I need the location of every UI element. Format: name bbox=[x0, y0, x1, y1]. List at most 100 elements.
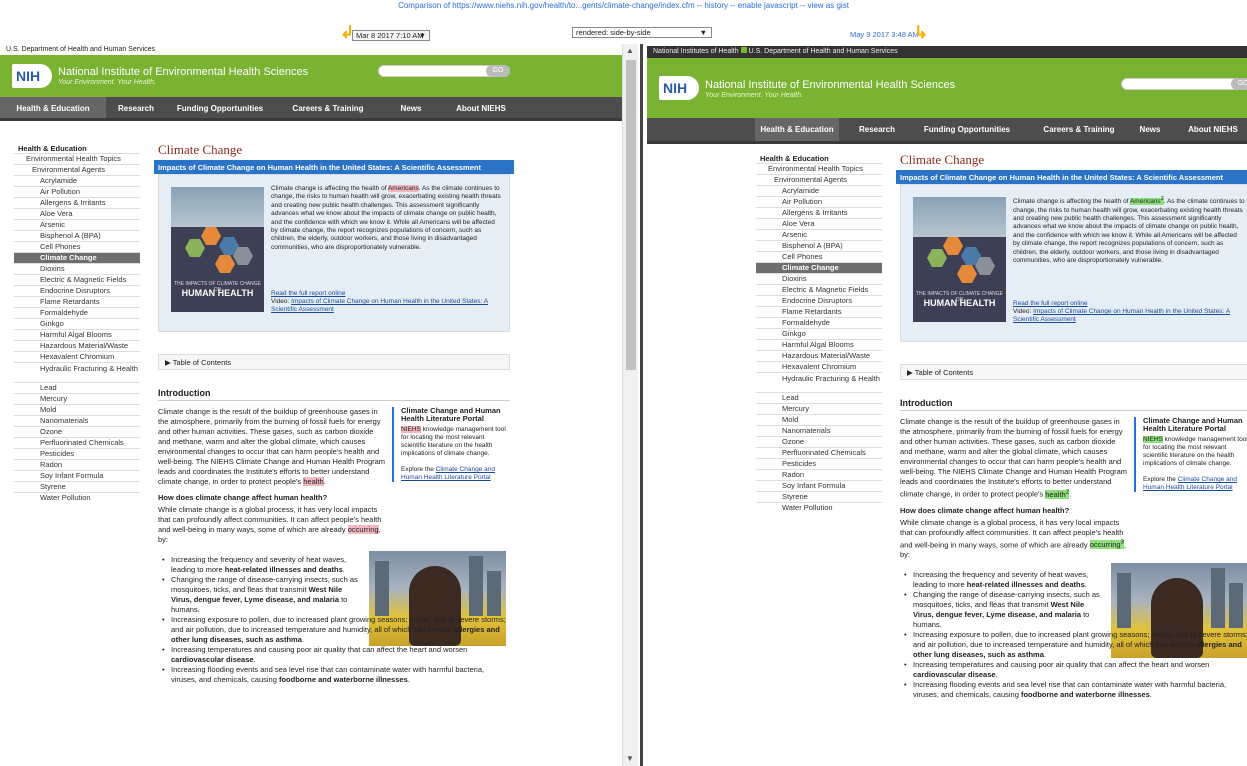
sidenav-item[interactable]: Water Pollution bbox=[756, 502, 882, 513]
video-link[interactable]: Impacts of Climate Change on Human Healt… bbox=[1013, 308, 1230, 323]
feature-title[interactable]: Impacts of Climate Change on Human Healt… bbox=[896, 170, 1247, 184]
sidenav-item[interactable]: Styrene bbox=[14, 481, 140, 492]
compare-description[interactable]: Comparison of https://www.niehs.nih.gov/… bbox=[0, 1, 1247, 10]
sidenav-item[interactable]: Endocrine Disruptors bbox=[14, 285, 140, 296]
go-button[interactable]: GO bbox=[1231, 78, 1247, 90]
nih-logo[interactable]: NIH bbox=[12, 64, 52, 88]
nav-careers[interactable]: Careers & Training bbox=[1031, 118, 1127, 142]
sidenav-item[interactable]: Styrene bbox=[756, 491, 882, 502]
sidenav-item[interactable]: Pesticides bbox=[14, 448, 140, 459]
sidenav-item[interactable]: Ozone bbox=[14, 426, 140, 437]
sidenav-env-topics[interactable]: Environmental Health Topics bbox=[14, 153, 140, 164]
sidenav-item[interactable]: Nanomaterials bbox=[14, 415, 140, 426]
sidenav-item[interactable]: Air Pollution bbox=[756, 196, 882, 207]
scroll-down-icon[interactable]: ▼ bbox=[626, 754, 634, 763]
report-cover-image[interactable]: THE IMPACTS OF CLIMATE CHANGE ON HUMAN H… bbox=[913, 197, 1006, 322]
sidenav-item[interactable]: Flame Retardants bbox=[756, 306, 882, 317]
sidenav-item[interactable]: Arsenic bbox=[756, 229, 882, 240]
sidenav-item[interactable]: Mercury bbox=[756, 403, 882, 414]
left-date-select[interactable]: Mar 8 2017 7:10 AM ▼ bbox=[352, 30, 430, 41]
scroll-up-icon[interactable]: ▲ bbox=[626, 46, 634, 55]
sidenav-item[interactable]: Hazardous Material/Waste bbox=[14, 340, 140, 351]
video-link[interactable]: Impacts of Climate Change on Human Healt… bbox=[271, 298, 488, 313]
sidenav-item[interactable]: Radon bbox=[14, 459, 140, 470]
sidenav-item[interactable]: Ginkgo bbox=[756, 328, 882, 339]
search-input[interactable] bbox=[1121, 78, 1247, 90]
sidenav-item[interactable]: Air Pollution bbox=[14, 186, 140, 197]
sidenav-item[interactable]: Perfluorinated Chemicals bbox=[14, 437, 140, 448]
nav-funding[interactable]: Funding Opportunities bbox=[170, 97, 270, 121]
sidenav-item[interactable]: Allergens & Irritants bbox=[756, 207, 882, 218]
sidenav-item[interactable]: Aloe Vera bbox=[756, 218, 882, 229]
sidenav-item[interactable]: Hydraulic Fracturing & Health bbox=[756, 372, 882, 392]
feature-title[interactable]: Impacts of Climate Change on Human Healt… bbox=[154, 160, 514, 174]
nav-news[interactable]: News bbox=[1127, 118, 1173, 142]
sidenav-item[interactable]: Dioxins bbox=[756, 273, 882, 284]
sidenav-item[interactable]: Nanomaterials bbox=[756, 425, 882, 436]
sidenav-header[interactable]: Health & Education bbox=[14, 142, 140, 153]
sidenav-item[interactable]: Soy Infant Formula bbox=[14, 470, 140, 481]
hhs-link[interactable]: U.S. Department of Health and Human Serv… bbox=[749, 48, 898, 55]
nih-link[interactable]: National Institutes of Health bbox=[653, 48, 739, 55]
scroll-thumb[interactable] bbox=[626, 60, 636, 370]
sidenav-item[interactable]: Formaldehyde bbox=[756, 317, 882, 328]
sidenav-item[interactable]: Aloe Vera bbox=[14, 208, 140, 219]
sidenav-env-topics[interactable]: Environmental Health Topics bbox=[756, 163, 882, 174]
nav-research[interactable]: Research bbox=[847, 118, 907, 142]
sidenav-item[interactable]: Pesticides bbox=[756, 458, 882, 469]
table-of-contents-toggle[interactable]: ▶ Table of Contents bbox=[158, 354, 510, 370]
sidenav-item[interactable]: Water Pollution bbox=[14, 492, 140, 503]
sidenav-item[interactable]: Electric & Magnetic Fields bbox=[14, 274, 140, 285]
sidenav-item[interactable]: Hexavalent Chromium bbox=[756, 361, 882, 372]
table-of-contents-toggle[interactable]: ▶ Table of Contents bbox=[900, 364, 1247, 380]
nav-health-education[interactable]: Health & Education bbox=[0, 97, 106, 121]
sidenav-env-agents[interactable]: Environmental Agents bbox=[14, 164, 140, 175]
sidenav-item[interactable]: Electric & Magnetic Fields bbox=[756, 284, 882, 295]
nav-about[interactable]: About NIEHS bbox=[442, 97, 520, 121]
sidenav-item[interactable]: Bisphenol A (BPA) bbox=[14, 230, 140, 241]
sidenav-item[interactable]: Acrylamide bbox=[14, 175, 140, 186]
sidenav-item[interactable]: Allergens & Irritants bbox=[14, 197, 140, 208]
nav-research[interactable]: Research bbox=[110, 97, 162, 121]
sidenav-item[interactable]: Ozone bbox=[756, 436, 882, 447]
nih-logo[interactable]: NIH bbox=[659, 76, 699, 100]
site-name[interactable]: National Institute of Environmental Heal… bbox=[58, 66, 308, 78]
sidenav-item[interactable]: Ginkgo bbox=[14, 318, 140, 329]
sidenav-item[interactable]: Endocrine Disruptors bbox=[756, 295, 882, 306]
sidenav-item[interactable]: Arsenic bbox=[14, 219, 140, 230]
render-mode-select[interactable]: rendered: side-by-side ▼ bbox=[572, 27, 712, 38]
sidenav-item[interactable]: Acrylamide bbox=[756, 185, 882, 196]
sidenav-item-active[interactable]: Climate Change bbox=[14, 252, 140, 263]
nav-about[interactable]: About NIEHS bbox=[1177, 118, 1247, 142]
sidenav-item[interactable]: Formaldehyde bbox=[14, 307, 140, 318]
go-button[interactable]: GO bbox=[486, 65, 510, 77]
sidenav-header[interactable]: Health & Education bbox=[756, 152, 882, 163]
full-report-link[interactable]: Read the full report online bbox=[271, 290, 345, 297]
sidenav-item[interactable]: Lead bbox=[14, 382, 140, 393]
sidenav-item[interactable]: Mold bbox=[14, 404, 140, 415]
sidenav-item[interactable]: Soy Infant Formula bbox=[756, 480, 882, 491]
sidenav-item[interactable]: Cell Phones bbox=[756, 251, 882, 262]
left-pane-scrollbar[interactable]: ▲ ▼ bbox=[622, 44, 638, 766]
full-report-link[interactable]: Read the full report online bbox=[1013, 300, 1087, 307]
sidenav-item[interactable]: Hexavalent Chromium bbox=[14, 351, 140, 362]
sidenav-item-active[interactable]: Climate Change bbox=[756, 262, 882, 273]
sidenav-item[interactable]: Perfluorinated Chemicals bbox=[756, 447, 882, 458]
sidenav-item[interactable]: Mold bbox=[756, 414, 882, 425]
hhs-link[interactable]: U.S. Department of Health and Human Serv… bbox=[6, 46, 155, 53]
sidenav-item[interactable]: Harmful Algal Blooms bbox=[14, 329, 140, 340]
sidenav-item[interactable]: Harmful Algal Blooms bbox=[756, 339, 882, 350]
sidenav-item[interactable]: Radon bbox=[756, 469, 882, 480]
sidenav-item[interactable]: Bisphenol A (BPA) bbox=[756, 240, 882, 251]
sidenav-item[interactable]: Hydraulic Fracturing & Health bbox=[14, 362, 140, 382]
pane-divider[interactable] bbox=[638, 44, 647, 766]
site-name[interactable]: National Institute of Environmental Heal… bbox=[705, 79, 955, 91]
sidenav-item[interactable]: Mercury bbox=[14, 393, 140, 404]
right-date[interactable]: May 9 2017 3:48 AM bbox=[850, 30, 919, 39]
sidenav-item[interactable]: Dioxins bbox=[14, 263, 140, 274]
nav-careers[interactable]: Careers & Training bbox=[278, 97, 378, 121]
nav-health-education[interactable]: Health & Education bbox=[755, 118, 839, 142]
report-cover-image[interactable]: THE IMPACTS OF CLIMATE CHANGE ON HUMAN H… bbox=[171, 187, 264, 312]
sidenav-item[interactable]: Hazardous Material/Waste bbox=[756, 350, 882, 361]
nav-funding[interactable]: Funding Opportunities bbox=[917, 118, 1017, 142]
